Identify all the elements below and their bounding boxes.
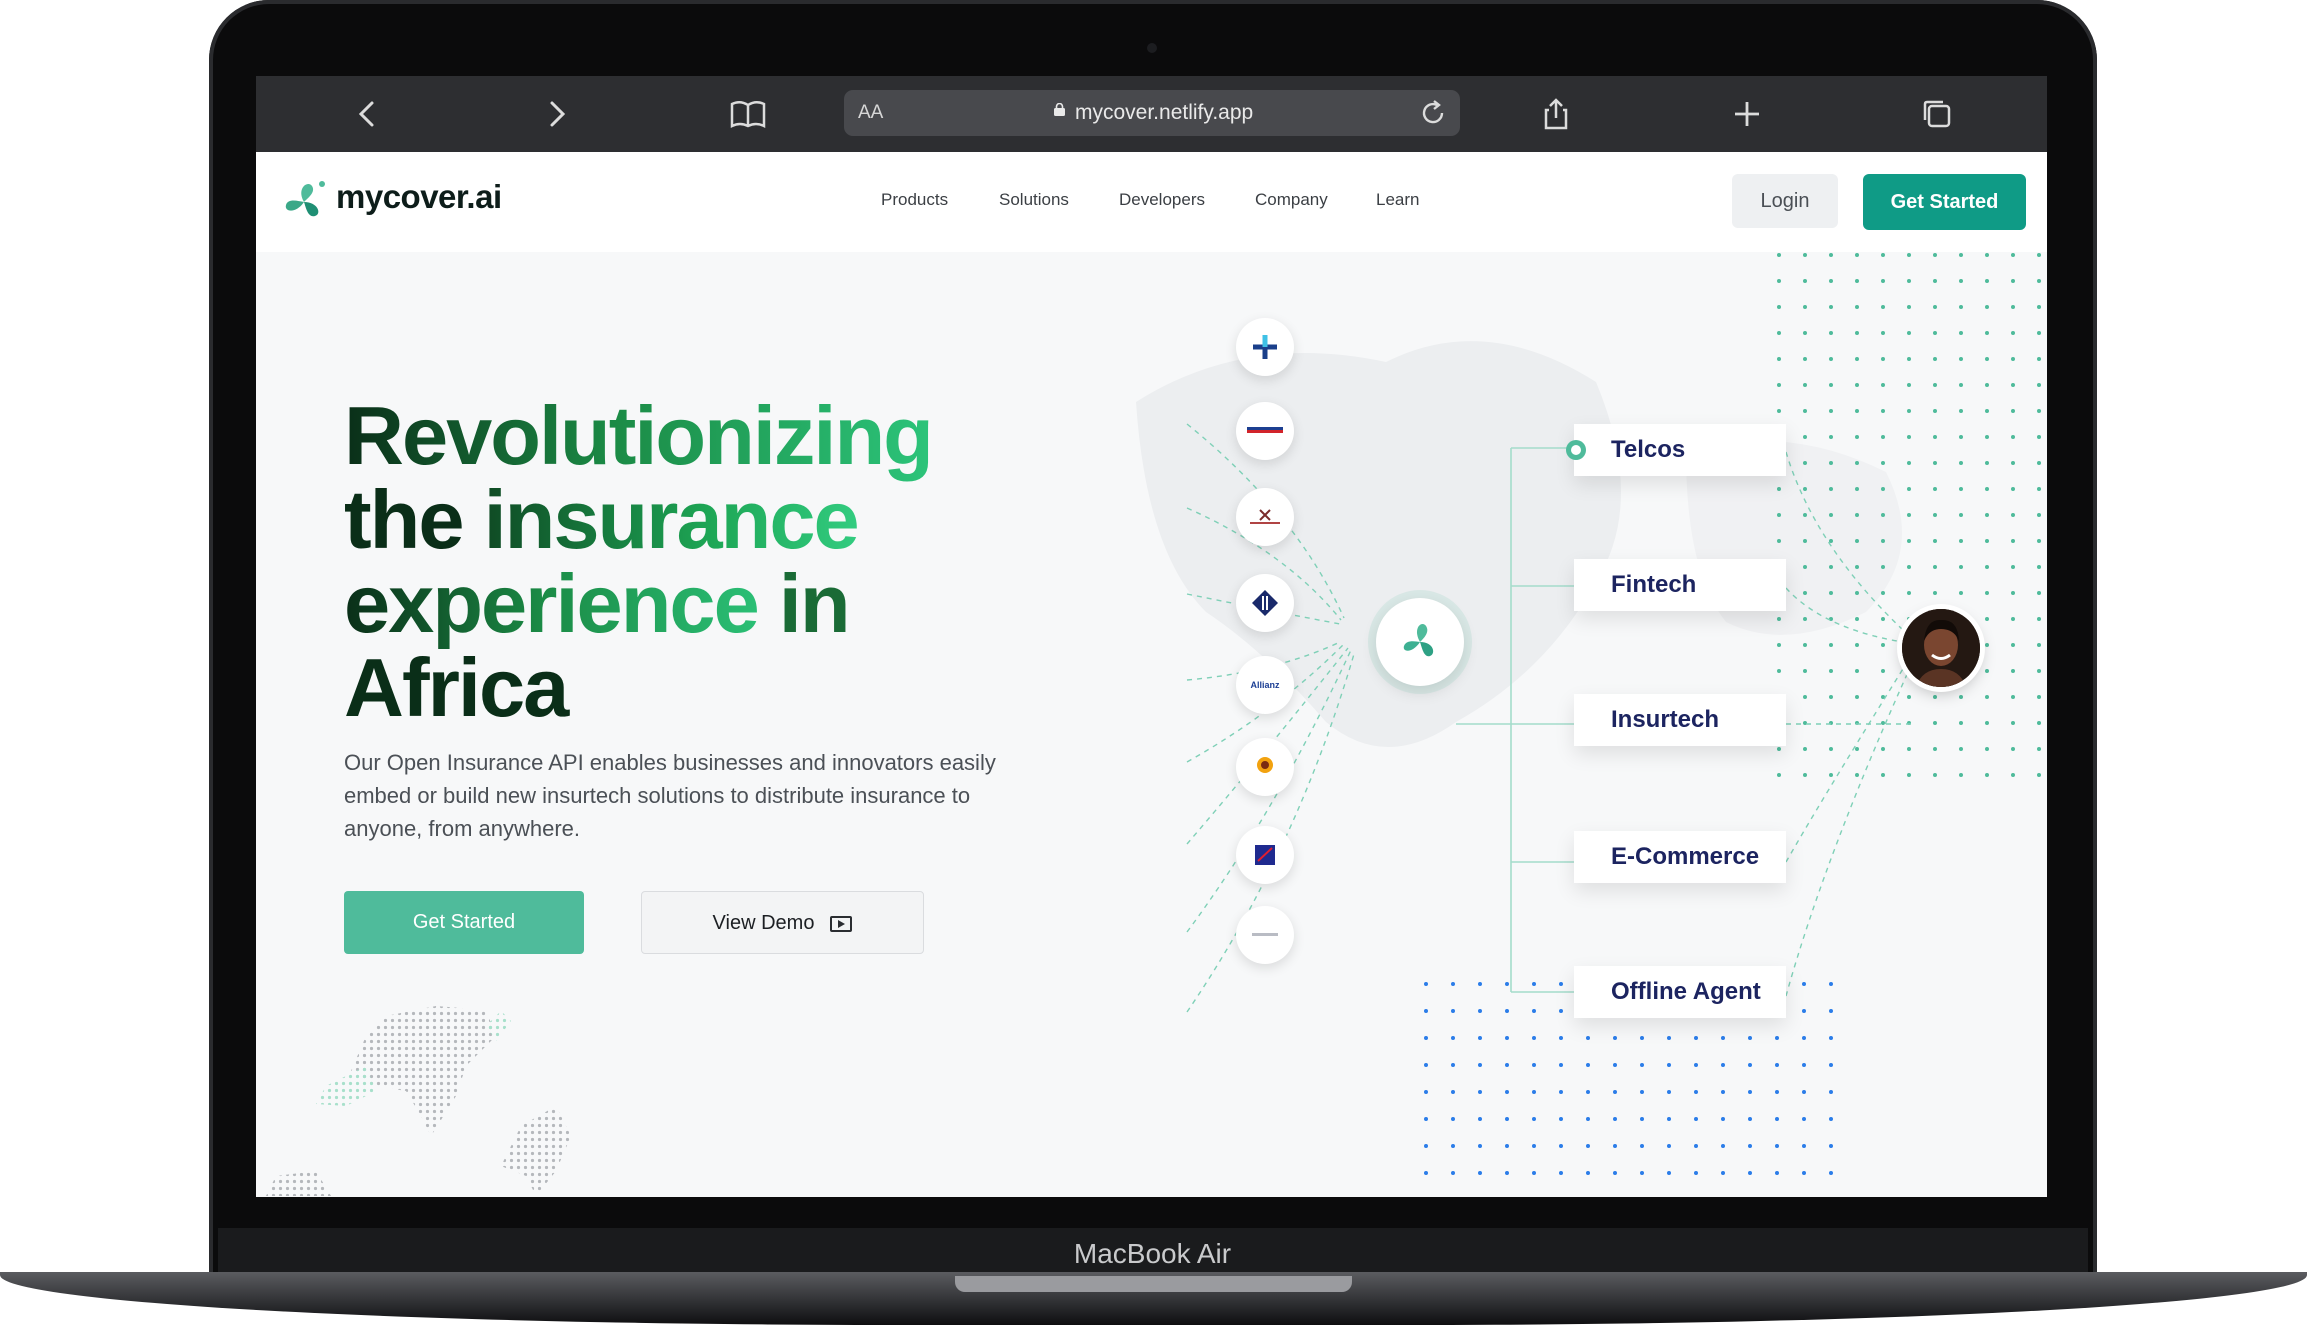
category-offline-agent: Offline Agent <box>1574 966 1786 1018</box>
camera-icon <box>1147 43 1157 53</box>
partner-logo-3 <box>1236 488 1294 546</box>
mycover-hub <box>1376 598 1464 686</box>
chevron-right-icon[interactable] <box>536 94 576 134</box>
category-insurtech: Insurtech <box>1574 694 1786 746</box>
category-ecommerce: E-Commerce <box>1574 831 1786 883</box>
login-button[interactable]: Login <box>1732 174 1838 228</box>
chevron-left-icon[interactable] <box>348 94 388 134</box>
category-telcos: Telcos <box>1566 424 1786 476</box>
view-demo-button[interactable]: View Demo <box>641 891 924 954</box>
browser-toolbar: AA mycover.netlify.app <box>256 76 2047 152</box>
partner-logo-4 <box>1236 574 1294 632</box>
category-label: Telcos <box>1611 436 1686 463</box>
category-fintech: Fintech <box>1574 559 1786 611</box>
lock-icon <box>1054 103 1065 116</box>
category-label: E-Commerce <box>1611 843 1760 870</box>
tabs-icon[interactable] <box>1917 94 1957 134</box>
partner-logo-1 <box>1236 318 1294 376</box>
end-user-avatar <box>1902 609 1980 687</box>
laptop-notch <box>955 1276 1352 1292</box>
active-dot-icon <box>1566 440 1586 460</box>
medical-cross-icon <box>1253 335 1277 359</box>
nav-link-learn[interactable]: Learn <box>1376 190 1419 210</box>
bookmarks-icon[interactable] <box>728 94 768 134</box>
emblem-logo-icon <box>1257 757 1273 773</box>
plus-icon[interactable] <box>1727 94 1767 134</box>
brand-logo-icon[interactable] <box>278 176 330 228</box>
partner-logo-2 <box>1236 402 1294 460</box>
hero-title-line4: Africa <box>344 641 569 734</box>
hero-description: Our Open Insurance API enables businesse… <box>344 750 996 841</box>
category-label: Offline Agent <box>1611 978 1761 1005</box>
address-url[interactable]: mycover.netlify.app <box>1075 90 1253 136</box>
play-icon <box>830 915 853 932</box>
device-label: MacBook Air <box>1073 1238 1232 1269</box>
view-demo-label: View Demo <box>712 912 815 934</box>
africa-dots-decoration <box>266 1006 571 1196</box>
share-icon[interactable] <box>1536 94 1576 134</box>
flag-logo-icon <box>1247 427 1283 433</box>
get-started-hero-button[interactable]: Get Started <box>344 891 584 954</box>
hero-title-line2a: the <box>344 473 484 566</box>
person-icon <box>1902 609 1980 687</box>
category-label: Insurtech <box>1611 706 1720 733</box>
hero-title-line3a: experience <box>344 557 779 650</box>
diamond-logo-icon <box>1252 590 1278 616</box>
wordmark-logo-icon <box>1252 933 1278 936</box>
hero-title-line2b: insurance <box>483 473 860 566</box>
hero-title-line3b: in <box>778 557 851 650</box>
hero-title: Revolutionizing the insurance experience… <box>344 394 1044 730</box>
hero-title-line1: Revolutionizing <box>344 389 934 482</box>
nav-link-solutions[interactable]: Solutions <box>999 190 1069 210</box>
axa-logo-icon <box>1255 845 1275 865</box>
screen: AA mycover.netlify.app mycover.ai Produc… <box>256 76 2047 1197</box>
partner-logo-axa <box>1236 826 1294 884</box>
address-bar[interactable]: AA mycover.netlify.app <box>844 90 1460 136</box>
text-size-button[interactable]: AA <box>858 90 883 136</box>
nav-link-developers[interactable]: Developers <box>1119 190 1205 210</box>
nav-link-company[interactable]: Company <box>1255 190 1328 210</box>
crest-logo-icon <box>1250 509 1280 524</box>
nav-link-products[interactable]: Products <box>881 190 948 210</box>
hub-logo-icon <box>1403 623 1434 657</box>
category-label: Fintech <box>1611 571 1697 598</box>
partner-logo-allianz: Allianz <box>1236 656 1294 714</box>
partner-logo-8 <box>1236 906 1294 964</box>
brand-name[interactable]: mycover.ai <box>336 178 502 216</box>
partner-logo-6 <box>1236 738 1294 796</box>
reload-icon[interactable] <box>1420 90 1448 136</box>
allianz-logo-text: Allianz <box>1250 680 1280 690</box>
get-started-nav-button[interactable]: Get Started <box>1863 174 2026 230</box>
